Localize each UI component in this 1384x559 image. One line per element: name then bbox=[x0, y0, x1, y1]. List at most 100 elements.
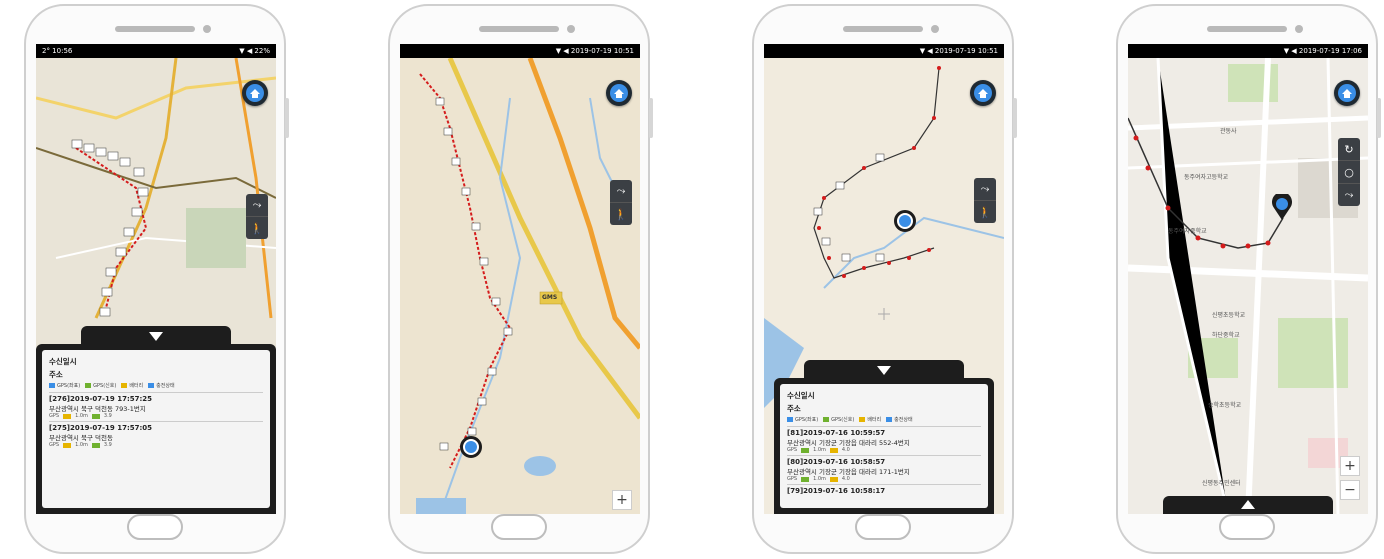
map-view[interactable]: 관동사 동주여자고등학교 동주여자중학교 신평초등학교 하단중학교 승학초등학교… bbox=[1128, 58, 1368, 514]
signal-icon bbox=[63, 413, 72, 419]
record-meta: GPS 1.0m 3.9 bbox=[49, 413, 112, 419]
current-location-marker[interactable] bbox=[894, 210, 916, 232]
gps-signal-icon bbox=[85, 383, 92, 388]
phone-1: 2° 10:56 ▼ ◀ 22% ⤳ 🚶 수신일시 주소 GPS(좌표) GPS… bbox=[24, 4, 289, 554]
phone-3: ▼ ◀ 2019-07-19 10:51 ⤳ 🚶 수신일시 주소 GPS(좌표)… bbox=[752, 4, 1017, 554]
info-sheet: 수신일시 주소 GPS(좌표) GPS(신호) 배터리 충전상태 [81]201… bbox=[774, 360, 994, 514]
walk-mode-button[interactable]: 🚶 bbox=[246, 217, 268, 239]
screen: ▼ ◀ 2019-07-19 10:51 GMS ⤳ 🚶 + bbox=[400, 44, 640, 514]
legend-item: 배터리 bbox=[859, 416, 881, 423]
home-icon bbox=[1338, 84, 1356, 102]
battery-icon bbox=[121, 383, 128, 388]
map-label: 신평동주민센터 bbox=[1202, 480, 1241, 487]
signal-icon bbox=[801, 447, 810, 453]
record-address: 부산광역시 북구 덕천동 793-1번지 bbox=[49, 405, 146, 413]
home-button[interactable] bbox=[855, 514, 911, 540]
front-camera bbox=[931, 25, 939, 33]
status-bar: ▼ ◀ 2019-07-19 10:51 bbox=[400, 44, 640, 58]
charge-icon bbox=[886, 417, 893, 422]
home-icon bbox=[610, 84, 628, 102]
status-icons: ▼ ◀ 2019-07-19 10:51 bbox=[919, 47, 998, 55]
mode-panel: ↻ ○ ⤳ bbox=[1338, 138, 1360, 206]
zoom-in-button[interactable]: + bbox=[612, 490, 632, 510]
home-location-button[interactable] bbox=[1334, 80, 1360, 106]
list-item[interactable]: [276]2019-07-19 17:57:25 부산광역시 북구 덕천동 79… bbox=[49, 392, 263, 419]
legend-item: GPS(신호) bbox=[85, 382, 116, 389]
gps-coord-icon bbox=[49, 383, 55, 388]
screen: 2° 10:56 ▼ ◀ 22% ⤳ 🚶 수신일시 주소 GPS(좌표) GPS… bbox=[36, 44, 276, 514]
walk-mode-button[interactable]: 🚶 bbox=[610, 203, 632, 225]
record-time: [275]2019-07-19 17:57:05 bbox=[49, 424, 153, 432]
refresh-icon: ↻ bbox=[1344, 142, 1354, 156]
walk-mode-button[interactable]: 🚶 bbox=[974, 201, 996, 223]
status-bar: ▼ ◀ 2019-07-19 17:06 bbox=[1128, 44, 1368, 58]
home-location-button[interactable] bbox=[970, 80, 996, 106]
sheet-collapse-tab[interactable] bbox=[81, 326, 231, 348]
location-pin[interactable] bbox=[1272, 192, 1292, 220]
list-item[interactable]: [81]2019-07-16 10:59:57 부산광역시 기장군 기장읍 대라… bbox=[787, 426, 981, 453]
front-camera bbox=[567, 25, 575, 33]
route-icon: ⤳ bbox=[1344, 188, 1354, 201]
battery-icon bbox=[859, 417, 866, 422]
battery-icon bbox=[829, 476, 838, 482]
refresh-button[interactable]: ↻ bbox=[1338, 138, 1360, 161]
home-button[interactable] bbox=[491, 514, 547, 540]
front-camera bbox=[203, 25, 211, 33]
status-icons: ▼ ◀ 2019-07-19 17:06 bbox=[1283, 47, 1362, 55]
map-label: 승학초등학교 bbox=[1208, 402, 1242, 409]
phone-4: ▼ ◀ 2019-07-19 17:06 관동사 동주여자고등학교 동주여자중학… bbox=[1116, 4, 1381, 554]
route-mode-button[interactable]: ⤳ bbox=[610, 180, 632, 203]
route-mode-button[interactable]: ⤳ bbox=[974, 178, 996, 201]
record-address: 부산광역시 기장군 기장읍 대라리 171-1번지 bbox=[787, 468, 910, 476]
legend-item: GPS(신호) bbox=[823, 416, 854, 423]
walk-icon: 🚶 bbox=[978, 205, 992, 219]
address-label: 주소 bbox=[49, 370, 63, 379]
home-location-button[interactable] bbox=[242, 80, 268, 106]
list-item[interactable]: [80]2019-07-16 10:58:57 부산광역시 기장군 기장읍 대라… bbox=[787, 455, 981, 482]
mode-panel: ⤳ 🚶 bbox=[246, 194, 268, 239]
route-icon: ⤳ bbox=[616, 184, 626, 197]
front-camera bbox=[1295, 25, 1303, 33]
circle-mode-button[interactable]: ○ bbox=[1338, 161, 1360, 184]
power-button bbox=[285, 98, 289, 138]
record-meta: GPS 1.0m 4.0 bbox=[787, 447, 850, 453]
speaker bbox=[479, 26, 559, 32]
address-label: 주소 bbox=[787, 404, 801, 413]
zoom-in-button[interactable]: + bbox=[1340, 456, 1360, 476]
route-mode-button[interactable]: ⤳ bbox=[1338, 184, 1360, 206]
map-view[interactable]: GMS bbox=[400, 58, 640, 514]
walk-icon: 🚶 bbox=[250, 221, 264, 235]
home-button[interactable] bbox=[127, 514, 183, 540]
home-location-button[interactable] bbox=[606, 80, 632, 106]
list-item[interactable]: [275]2019-07-19 17:57:05 부산광역시 북구 덕천동 GP… bbox=[49, 421, 263, 448]
legend-item: 충전상태 bbox=[886, 416, 913, 423]
status-bar: 2° 10:56 ▼ ◀ 22% bbox=[36, 44, 276, 58]
power-button bbox=[1013, 98, 1017, 138]
zoom-out-button[interactable]: − bbox=[1340, 480, 1360, 500]
list-item[interactable]: [79]2019-07-16 10:58:17 bbox=[787, 484, 981, 495]
sheet-title: 수신일시 bbox=[787, 391, 815, 400]
mode-panel: ⤳ 🚶 bbox=[610, 180, 632, 225]
status-icons: ▼ ◀ 2019-07-19 10:51 bbox=[555, 47, 634, 55]
record-meta: GPS 1.0m 3.9 bbox=[49, 442, 112, 448]
sheet-content: 수신일시 주소 GPS(좌표) GPS(신호) 배터리 충전상태 [81]201… bbox=[780, 384, 988, 508]
route-mode-button[interactable]: ⤳ bbox=[246, 194, 268, 217]
gps-signal-icon bbox=[823, 417, 830, 422]
current-location-marker[interactable] bbox=[460, 436, 482, 458]
signal-icon bbox=[801, 476, 810, 482]
collapse-arrow-icon bbox=[149, 332, 163, 341]
sheet-collapse-tab[interactable] bbox=[804, 360, 964, 382]
expand-arrow-icon bbox=[1241, 500, 1255, 509]
home-button[interactable] bbox=[1219, 514, 1275, 540]
sheet-expand-tab[interactable] bbox=[1163, 496, 1333, 514]
info-sheet: 수신일시 주소 GPS(좌표) GPS(신호) 배터리 충전상태 [276]20… bbox=[36, 326, 276, 514]
status-time: 2° 10:56 bbox=[42, 47, 73, 55]
road-label: GMS bbox=[542, 294, 558, 301]
status-icons: ▼ ◀ 22% bbox=[239, 47, 270, 55]
record-time: [79]2019-07-16 10:58:17 bbox=[787, 487, 886, 495]
legend: GPS(좌표) GPS(신호) 배터리 충전상태 bbox=[787, 416, 981, 423]
legend: GPS(좌표) GPS(신호) 배터리 충전상태 bbox=[49, 382, 263, 389]
map-label: 동주여자중학교 bbox=[1168, 228, 1207, 235]
power-button bbox=[1377, 98, 1381, 138]
map-label: 동주여자고등학교 bbox=[1184, 174, 1229, 181]
